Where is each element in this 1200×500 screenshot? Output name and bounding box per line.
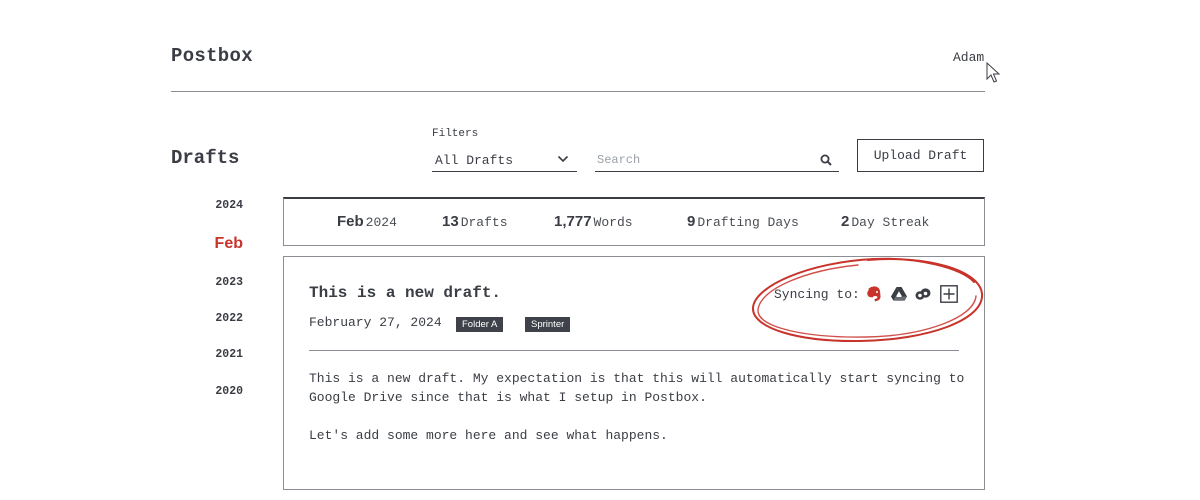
year-item-2021[interactable]: 2021 (215, 348, 243, 361)
user-menu[interactable]: Adam (953, 50, 984, 65)
page-title: Drafts (171, 147, 240, 169)
filter-select-value: All Drafts (435, 153, 514, 168)
draft-divider (309, 350, 959, 351)
stat-days-count: 9 (687, 213, 696, 230)
stat-period: Feb 2024 (337, 213, 397, 231)
mouse-cursor-icon (986, 62, 1001, 83)
search-input[interactable] (597, 151, 807, 169)
stat-streak-label: Day Streak (851, 215, 930, 230)
stats-bar: Feb 2024 13 Drafts 1,777 Words 9 Drafting Da… (283, 197, 985, 246)
draft-card[interactable]: This is a new draft. February 27, 2024 F… (283, 256, 985, 490)
year-item-2020[interactable]: 2020 (215, 385, 243, 398)
stat-drafts-label: Drafts (460, 215, 508, 230)
app-logo[interactable]: Postbox (171, 45, 253, 67)
header-divider (171, 91, 985, 92)
search-field[interactable] (595, 148, 839, 172)
filter-select[interactable]: All Drafts (432, 148, 577, 172)
stat-streak: 2 Day Streak (841, 213, 929, 231)
stat-days-label: Drafting Days (697, 215, 799, 230)
chevron-down-icon (557, 155, 569, 163)
stat-drafts-count: 13 (442, 213, 459, 230)
stat-words-label: Words (593, 215, 633, 230)
stat-streak-count: 2 (841, 213, 850, 230)
google-drive-icon[interactable] (890, 285, 908, 303)
stat-words-count: 1,777 (554, 213, 592, 230)
year-item-2023[interactable]: 2023 (215, 276, 243, 289)
tag-sprinter[interactable]: Sprinter (525, 317, 571, 332)
draft-paragraph: Let's add some more here and see what ha… (309, 428, 668, 443)
year-item-2024[interactable]: 2024 (215, 199, 243, 212)
year-item-2022[interactable]: 2022 (215, 312, 243, 325)
draft-date: February 27, 2024 (309, 315, 442, 330)
draft-title[interactable]: This is a new draft. (309, 284, 501, 302)
stat-drafting-days: 9 Drafting Days (687, 213, 799, 231)
filters-label: Filters (432, 128, 479, 140)
syncing-label: Syncing to: (774, 287, 860, 302)
tag-folder-a[interactable]: Folder A (456, 317, 504, 332)
month-item-feb[interactable]: Feb (215, 235, 243, 253)
add-icon[interactable] (940, 285, 958, 303)
stat-words: 1,777 Words (554, 213, 633, 231)
stat-year: 2024 (365, 215, 397, 230)
evernote-icon[interactable] (865, 285, 883, 303)
stat-drafts: 13 Drafts (442, 213, 508, 231)
upload-draft-button[interactable]: Upload Draft (857, 139, 984, 172)
stat-month: Feb (337, 213, 364, 230)
search-icon[interactable] (820, 154, 832, 166)
dropbox-icon[interactable] (914, 285, 932, 303)
draft-paragraph: This is a new draft. My expectation is t… (309, 371, 965, 405)
